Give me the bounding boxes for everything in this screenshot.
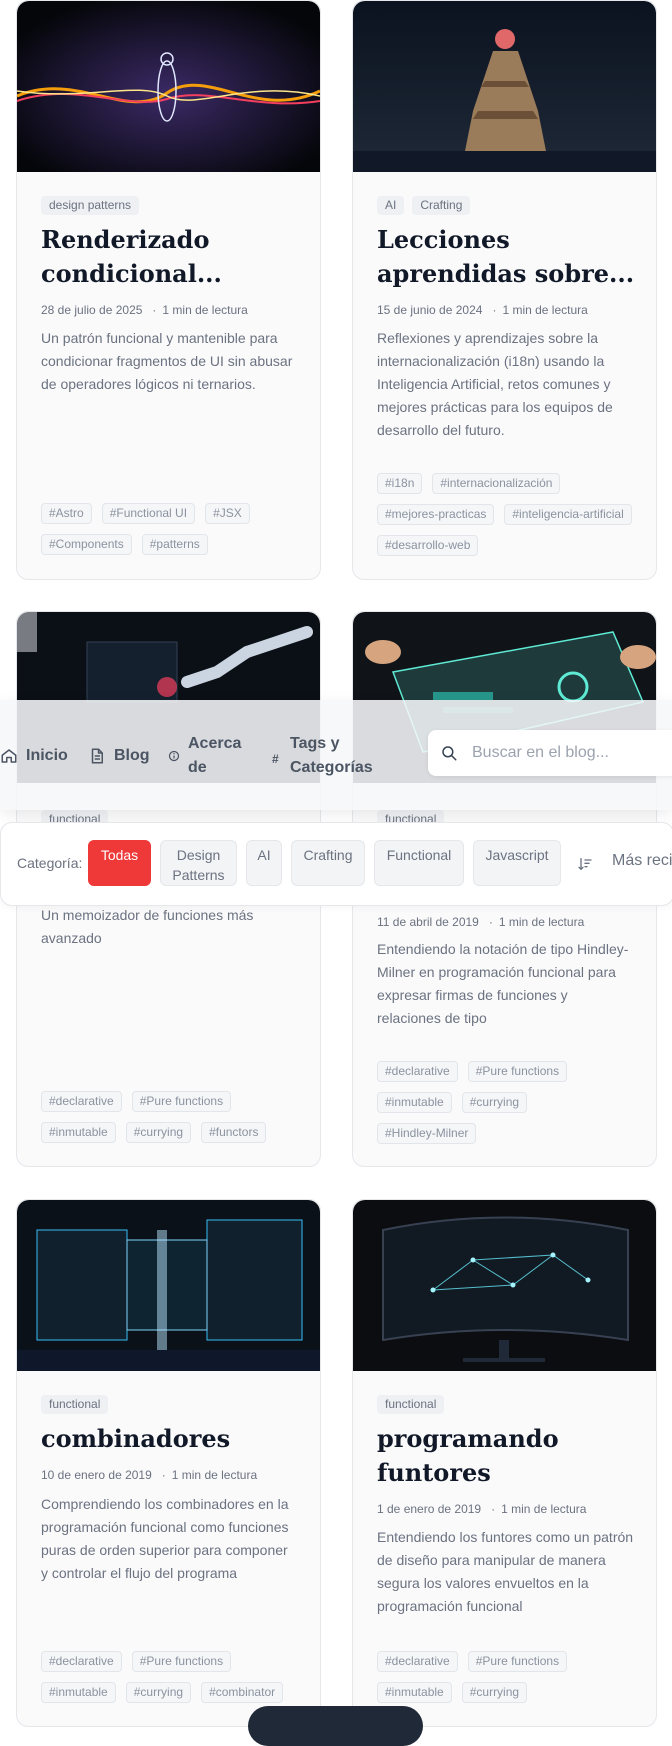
filter-ai[interactable]: AI xyxy=(246,840,282,886)
post-card[interactable]: functional programando funtores 1 de ene… xyxy=(352,1199,657,1727)
post-meta: 10 de enero de 2019 · 1 min de lectura xyxy=(41,1468,258,1482)
category-badge[interactable]: design patterns xyxy=(41,196,140,215)
tag-list: #declarative #Pure functions #inmutable … xyxy=(377,1061,636,1144)
post-description: Entendiendo la notación de tipo Hindley-… xyxy=(377,941,629,1026)
tag[interactable]: #Pure functions xyxy=(467,1061,568,1082)
tag[interactable]: #patterns xyxy=(141,534,208,555)
home-icon xyxy=(1,749,17,763)
tag[interactable]: #inmutable xyxy=(377,1092,452,1113)
read-time: 1 min de lectura xyxy=(501,1502,587,1516)
read-time: 1 min de lectura xyxy=(502,303,588,317)
document-icon xyxy=(91,748,103,764)
post-date: 28 de julio de 2025 xyxy=(41,303,143,317)
tag[interactable]: #Astro xyxy=(41,503,92,524)
post-meta: 15 de junio de 2024 · 1 min de lectura xyxy=(377,303,588,317)
tag[interactable]: #i18n xyxy=(377,473,423,494)
tag[interactable]: #declarative xyxy=(377,1651,458,1672)
filter-design-patterns[interactable]: Design Patterns xyxy=(160,840,237,886)
sort-select[interactable]: Más reci xyxy=(612,852,672,870)
category-badge[interactable]: functional xyxy=(41,1395,109,1414)
tag[interactable]: #Components xyxy=(41,534,132,555)
nav-tags[interactable]: # Tags y Categorías xyxy=(272,732,392,780)
post-date: 1 de enero de 2019 xyxy=(377,1502,482,1516)
read-time: 1 min de lectura xyxy=(171,1468,258,1482)
post-thumbnail[interactable] xyxy=(17,1,320,172)
post-description: Reflexiones y aprendizajes sobre la inte… xyxy=(377,330,613,438)
tag[interactable]: #inmutable xyxy=(377,1682,452,1703)
tag[interactable]: #mejores-practicas xyxy=(377,504,495,525)
nav-home[interactable]: Inicio xyxy=(0,744,68,768)
post-thumbnail[interactable] xyxy=(17,1200,320,1371)
post-title[interactable]: Renderizado condicional... xyxy=(41,223,300,291)
nav-tags-label: Tags y Categorías xyxy=(290,735,373,776)
category-badge[interactable]: Crafting xyxy=(412,196,471,215)
post-thumbnail[interactable] xyxy=(353,1,656,172)
nav-about[interactable]: Acerca de xyxy=(168,732,250,780)
tag[interactable]: #inmutable xyxy=(41,1122,116,1143)
tag-list: #declarative #Pure functions #inmutable … xyxy=(41,1091,300,1143)
read-time: 1 min de lectura xyxy=(162,303,248,317)
bottom-toolbar[interactable] xyxy=(248,1706,423,1746)
post-card[interactable]: design patterns Renderizado condicional.… xyxy=(16,0,321,580)
tag-list: #declarative #Pure functions #inmutable … xyxy=(41,1651,300,1703)
tag[interactable]: #currying xyxy=(125,1682,192,1703)
nav-home-label: Inicio xyxy=(26,747,68,764)
info-icon xyxy=(168,750,180,762)
tag[interactable]: #combinator xyxy=(201,1682,284,1703)
post-description: Entendiendo los funtores como un patrón … xyxy=(377,1529,634,1614)
post-date: 10 de enero de 2019 xyxy=(41,1468,152,1482)
tag[interactable]: #Pure functions xyxy=(467,1651,568,1672)
post-date: 11 de abril de 2019 xyxy=(377,915,479,929)
tag[interactable]: #currying xyxy=(125,1122,192,1143)
tag[interactable]: #inmutable xyxy=(41,1682,116,1703)
nav-about-label: Acerca de xyxy=(188,735,242,776)
tag[interactable]: #Hindley-Milner xyxy=(377,1123,477,1144)
sort-icon[interactable] xyxy=(577,856,593,872)
tag[interactable]: #declarative xyxy=(41,1091,122,1112)
post-card[interactable]: AI Crafting Lecciones aprendidas sobre..… xyxy=(352,0,657,580)
tag[interactable]: #inteligencia-artificial xyxy=(504,504,632,525)
post-title[interactable]: combinadores xyxy=(41,1422,300,1456)
filter-crafting[interactable]: Crafting xyxy=(291,840,365,886)
post-meta: 1 de enero de 2019 · 1 min de lectura xyxy=(377,1502,587,1516)
post-meta: 11 de abril de 2019 · 1 min de lectura xyxy=(377,915,585,929)
filter-label: Categoría: xyxy=(17,855,83,871)
post-card[interactable]: functional combinadores 10 de enero de 2… xyxy=(16,1199,321,1727)
tag[interactable]: #functors xyxy=(201,1122,267,1143)
tag-list: #declarative #Pure functions #inmutable … xyxy=(377,1651,636,1703)
tag[interactable]: #currying xyxy=(461,1092,528,1113)
post-description: Comprendiendo los combinadores en la pro… xyxy=(41,1496,289,1581)
category-filter-bar: Categoría: Todas Design Patterns AI Craf… xyxy=(0,822,672,906)
post-meta: 28 de julio de 2025 · 1 min de lectura xyxy=(41,303,248,317)
category-badge[interactable]: AI xyxy=(377,196,405,215)
tag-list: #i18n #internacionalización #mejores-pra… xyxy=(377,473,636,556)
post-date: 15 de junio de 2024 xyxy=(377,303,483,317)
tag-list: #Astro #Functional UI #JSX #Components #… xyxy=(41,503,300,555)
post-title[interactable]: programando funtores xyxy=(377,1422,636,1490)
tag[interactable]: #declarative xyxy=(377,1061,458,1082)
category-badge[interactable]: functional xyxy=(377,1395,445,1414)
post-title[interactable]: Lecciones aprendidas sobre... xyxy=(377,223,636,291)
tag[interactable]: #Pure functions xyxy=(131,1091,232,1112)
post-description: Un patrón funcional y mantenible para co… xyxy=(41,330,293,392)
tag[interactable]: #internacionalización xyxy=(432,473,561,494)
search-icon xyxy=(442,746,457,761)
tag[interactable]: #Functional UI xyxy=(101,503,196,524)
filter-javascript[interactable]: Javascript xyxy=(473,840,561,886)
post-description: Un memoizador de funciones más avanzado xyxy=(41,907,254,946)
post-thumbnail[interactable] xyxy=(353,1200,656,1371)
nav-blog-label: Blog xyxy=(114,747,150,764)
search-box[interactable] xyxy=(428,730,672,776)
hash-icon: # xyxy=(272,752,279,766)
search-input[interactable] xyxy=(470,743,672,763)
tag[interactable]: #JSX xyxy=(205,503,250,524)
filter-functional[interactable]: Functional xyxy=(374,840,464,886)
tag[interactable]: #Pure functions xyxy=(131,1651,232,1672)
tag[interactable]: #declarative xyxy=(41,1651,122,1672)
read-time: 1 min de lectura xyxy=(498,915,585,929)
tag[interactable]: #desarrollo-web xyxy=(377,535,479,556)
filter-todas[interactable]: Todas xyxy=(88,840,151,886)
tag[interactable]: #currying xyxy=(461,1682,528,1703)
nav-blog[interactable]: Blog xyxy=(88,744,150,768)
